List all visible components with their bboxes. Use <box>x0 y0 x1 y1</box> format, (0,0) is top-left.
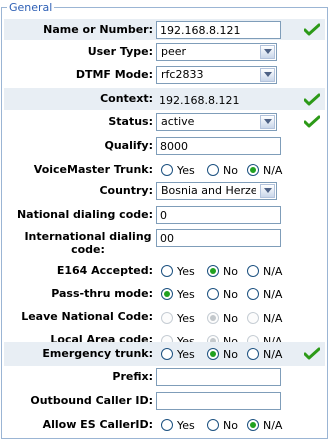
pass-thru-mode-na[interactable]: N/A <box>247 287 282 301</box>
status-select[interactable]: active <box>156 113 277 131</box>
radio-button[interactable] <box>207 164 219 176</box>
radio-button[interactable] <box>207 348 219 360</box>
radio-button[interactable] <box>161 288 173 300</box>
dtmf-mode-value: rfc2833 <box>161 68 204 81</box>
row-qualify: Qualify: 8000 <box>4 135 325 157</box>
outbound-caller-id-input[interactable] <box>156 392 281 410</box>
voicemaster-trunk-label: VoiceMaster Trunk: <box>33 163 153 176</box>
qualify-input[interactable]: 8000 <box>156 137 281 155</box>
radio-button[interactable] <box>161 164 173 176</box>
chevron-down-icon[interactable] <box>260 184 275 198</box>
name-or-number-input[interactable]: 192.168.8.121 <box>156 21 281 39</box>
pass-thru-mode-yes[interactable]: Yes <box>161 287 195 301</box>
fieldset-legend: General <box>7 1 55 14</box>
green-check-icon <box>304 115 320 128</box>
row-outbound-caller-id: Outbound Caller ID: <box>4 390 325 412</box>
row-country: Country: Bosnia and Herzego <box>4 180 325 202</box>
radio-button <box>207 312 219 324</box>
allow-es-callerid-na[interactable]: N/A <box>247 418 282 432</box>
user-type-label: User Type: <box>87 45 153 58</box>
row-allow-es-callerid: Allow ES CallerID: Yes No N/A <box>4 413 325 435</box>
chevron-down-icon[interactable] <box>260 68 275 82</box>
country-label: Country: <box>99 184 153 197</box>
leave-national-code-no: No <box>207 311 238 325</box>
row-emergency-trunk: Emergency trunk: Yes No N/A <box>4 342 325 366</box>
allow-es-callerid-no[interactable]: No <box>207 418 238 432</box>
e164-accepted-label: E164 Accepted: <box>56 264 153 277</box>
radio-button[interactable] <box>247 164 259 176</box>
row-context: Context: 192.168.8.121 <box>4 88 325 110</box>
pass-thru-mode-label: Pass-thru mode: <box>51 287 153 300</box>
row-prefix: Prefix: <box>4 366 325 388</box>
radio-button[interactable] <box>247 348 259 360</box>
user-type-value: peer <box>161 45 187 58</box>
emergency-trunk-yes[interactable]: Yes <box>161 347 195 361</box>
green-check-icon <box>304 347 320 360</box>
radio-button[interactable] <box>247 419 259 431</box>
row-leave-national-code: Leave National Code: Yes No N/A <box>4 305 325 328</box>
row-pass-thru-mode: Pass-thru mode: Yes No N/A <box>4 282 325 305</box>
voicemaster-trunk-yes[interactable]: Yes <box>161 163 195 177</box>
allow-es-callerid-yes[interactable]: Yes <box>161 418 195 432</box>
context-label: Context: <box>100 92 153 105</box>
dtmf-mode-select[interactable]: rfc2833 <box>156 66 277 84</box>
row-voicemaster-trunk: VoiceMaster Trunk: Yes No N/A <box>4 158 325 180</box>
international-dialing-code-input[interactable]: 00 <box>156 229 281 247</box>
radio-button[interactable] <box>161 265 173 277</box>
emergency-trunk-na[interactable]: N/A <box>247 347 282 361</box>
radio-button[interactable] <box>247 288 259 300</box>
radio-button <box>161 312 173 324</box>
chevron-down-icon[interactable] <box>260 115 275 129</box>
voicemaster-trunk-na[interactable]: N/A <box>247 163 282 177</box>
national-dialing-code-label: National dialing code: <box>16 208 153 221</box>
radio-button <box>247 312 259 324</box>
radio-button[interactable] <box>161 419 173 431</box>
chevron-down-icon[interactable] <box>260 45 275 59</box>
row-national-dialing-code: National dialing code: 0 <box>4 204 325 226</box>
row-user-type: User Type: peer <box>4 41 325 63</box>
radio-button[interactable] <box>161 348 173 360</box>
radio-button[interactable] <box>247 265 259 277</box>
row-name-or-number: Name or Number: 192.168.8.121 <box>4 19 325 40</box>
leave-national-code-label: Leave National Code: <box>21 310 153 323</box>
name-or-number-label: Name or Number: <box>43 23 153 36</box>
allow-es-callerid-label: Allow ES CallerID: <box>42 418 153 431</box>
emergency-trunk-no[interactable]: No <box>207 347 238 361</box>
radio-button[interactable] <box>207 265 219 277</box>
status-label: Status: <box>108 115 153 128</box>
leave-national-code-yes: Yes <box>161 311 195 325</box>
prefix-label: Prefix: <box>112 370 153 383</box>
row-dtmf-mode: DTMF Mode: rfc2833 <box>4 64 325 86</box>
country-select[interactable]: Bosnia and Herzego <box>156 182 277 200</box>
green-check-icon <box>304 93 320 106</box>
green-check-icon <box>304 23 320 36</box>
international-dialing-code-label: International dialing code: <box>24 230 152 256</box>
row-e164-accepted: E164 Accepted: Yes No N/A <box>4 259 325 282</box>
radio-button[interactable] <box>207 288 219 300</box>
row-international-dialing-code: International dialing code: 00 <box>4 227 325 259</box>
user-type-select[interactable]: peer <box>156 43 277 61</box>
e164-accepted-yes[interactable]: Yes <box>161 264 195 278</box>
national-dialing-code-input[interactable]: 0 <box>156 206 281 224</box>
qualify-label: Qualify: <box>104 139 153 152</box>
general-fieldset: General Name or Number: 192.168.8.121 Us… <box>1 1 328 439</box>
pass-thru-mode-no[interactable]: No <box>207 287 238 301</box>
radio-button[interactable] <box>207 419 219 431</box>
e164-accepted-no[interactable]: No <box>207 264 238 278</box>
context-value: 192.168.8.121 <box>159 94 240 107</box>
row-status: Status: active <box>4 111 325 133</box>
dtmf-mode-label: DTMF Mode: <box>75 68 153 81</box>
prefix-input[interactable] <box>156 368 281 386</box>
voicemaster-trunk-no[interactable]: No <box>207 163 238 177</box>
status-value: active <box>161 115 195 128</box>
e164-accepted-na[interactable]: N/A <box>247 264 282 278</box>
outbound-caller-id-label: Outbound Caller ID: <box>30 394 153 407</box>
emergency-trunk-label: Emergency trunk: <box>42 347 153 360</box>
country-value: Bosnia and Herzego <box>161 184 256 197</box>
leave-national-code-na: N/A <box>247 311 282 325</box>
